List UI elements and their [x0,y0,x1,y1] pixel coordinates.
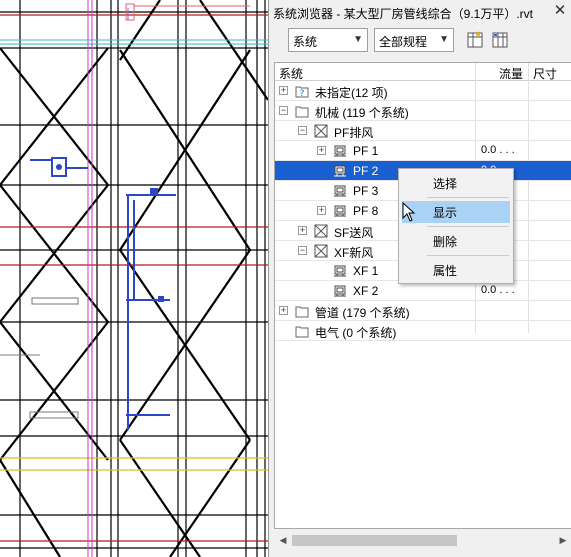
folder-icon [295,326,309,338]
system-icon [314,244,328,258]
column-settings-icon[interactable] [466,30,486,50]
scroll-left-icon[interactable]: ◀ [276,534,290,547]
tree-item-mechanical[interactable]: − 机械 (119 个系统) [275,101,571,121]
menu-separator [427,255,509,256]
expand-icon[interactable]: + [279,86,288,95]
menu-separator [427,197,509,198]
tree-item-label: XF 2 [353,284,379,298]
drawing-canvas[interactable] [0,0,268,557]
tree-item-label: SF送风 [334,226,374,240]
tree-item-electrical[interactable]: 电气 (0 个系统) [275,321,571,341]
horizontal-scrollbar[interactable]: ◀ ▶ [274,532,571,549]
tree-item-label: PF排风 [334,126,374,140]
tree-item-piping[interactable]: + 管道 (179 个系统) [275,301,571,321]
scrollbar-thumb[interactable] [292,535,457,546]
collapse-icon[interactable]: − [298,126,307,135]
collapse-icon[interactable]: − [298,246,307,255]
column-header: 系统 流量 尺寸 [275,63,571,81]
equipment-icon [334,145,346,157]
tree-item-label: PF 2 [353,164,379,178]
tree-item-label: PF 1 [353,144,379,158]
column-system-header[interactable]: 系统 [279,65,303,82]
tree-item-label: 管道 (179 个系统) [315,306,410,320]
auto-fit-columns-icon[interactable] [491,30,511,50]
equipment-icon [334,265,346,277]
discipline-select-value: 全部规程 [379,35,428,49]
chevron-down-icon: ▼ [439,34,449,45]
collapse-icon[interactable]: − [279,106,288,115]
expand-icon[interactable]: + [279,306,288,315]
system-icon [314,224,328,238]
tree-item-label: PF 3 [353,184,379,198]
tree-item-label: XF 1 [353,264,379,278]
folder-icon [295,306,309,318]
view-select-value: 系统 [293,35,318,49]
equipment-icon [334,165,346,177]
column-size-header[interactable]: 尺寸 [533,65,557,82]
chevron-down-icon: ▼ [353,34,363,45]
folder-icon [295,106,309,118]
tree-item-pf1[interactable]: + PF 1 0.0 . . . [275,141,571,161]
system-icon [314,124,328,138]
equipment-icon [334,185,346,197]
tree-item-label: 电气 (0 个系统) [315,326,397,340]
panel-title: 系统浏览器 - 某大型厂房管线综合（9.1万平）.rvt [273,7,534,21]
menu-separator [427,226,509,227]
floor-plan-drawing [0,0,268,557]
tree-item-xf2[interactable]: XF 2 0.0 . . . [275,281,571,301]
tree-item-label: XF新风 [334,246,374,260]
discipline-select[interactable]: 全部规程 ▼ [374,28,454,52]
close-icon[interactable]: ✕ [552,3,568,19]
tree-item-unassigned[interactable]: + ? 未指定(12 项) [275,81,571,101]
menu-item-properties[interactable]: 属性 [402,259,510,281]
flow-value: 0.0 . . . [481,144,515,156]
panel-titlebar[interactable]: 系统浏览器 - 某大型厂房管线综合（9.1万平）.rvt ✕ [269,0,571,26]
view-select[interactable]: 系统 ▼ [288,28,368,52]
column-flow-header[interactable]: 流量 [499,65,523,82]
context-menu: 选择 显示 删除 属性 [398,168,514,284]
expand-icon[interactable]: + [317,146,326,155]
svg-text:?: ? [300,89,305,98]
scroll-right-icon[interactable]: ▶ [556,534,570,547]
tree-item-pf-exhaust[interactable]: − PF排风 [275,121,571,141]
toolbar: 系统 ▼ 全部规程 ▼ [269,26,571,58]
equipment-icon [334,205,346,217]
menu-item-select[interactable]: 选择 [402,172,510,194]
menu-item-show[interactable]: 显示 [402,201,510,223]
equipment-icon [334,285,346,297]
menu-item-delete[interactable]: 删除 [402,230,510,252]
tree-item-label: 未指定(12 项) [315,86,388,100]
system-tree[interactable]: 系统 流量 尺寸 + ? 未指定(12 项) − 机械 (119 个系统) − [274,62,571,529]
tree-item-label: PF 8 [353,204,379,218]
unassigned-icon: ? [295,86,309,98]
mouse-pointer-icon [402,202,416,222]
expand-icon[interactable]: + [298,226,307,235]
expand-icon[interactable]: + [317,206,326,215]
flow-value: 0.0 . . . [481,284,515,296]
tree-item-label: 机械 (119 个系统) [315,106,409,120]
